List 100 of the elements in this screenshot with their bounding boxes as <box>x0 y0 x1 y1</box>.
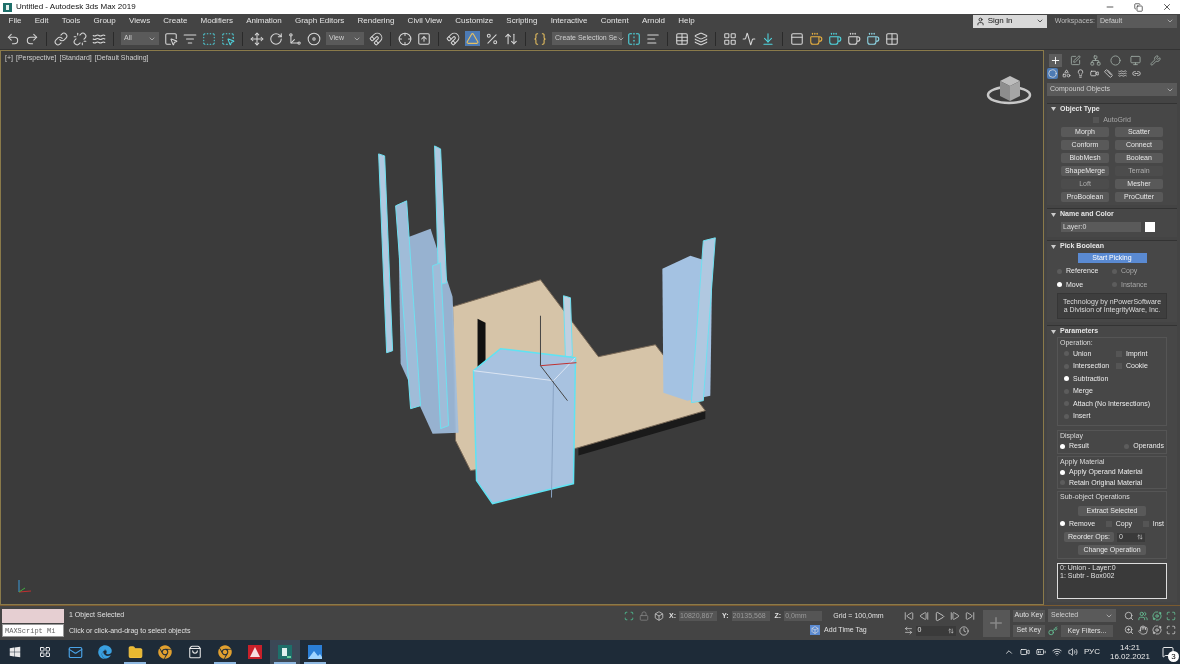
select-object-icon[interactable] <box>164 31 178 46</box>
user-icon <box>975 16 985 26</box>
grid-icon[interactable] <box>885 31 899 46</box>
browser-icon[interactable] <box>158 645 172 659</box>
layers-icon[interactable] <box>694 31 708 46</box>
isolate-icon[interactable] <box>624 610 635 621</box>
battery-icon[interactable] <box>1035 647 1046 657</box>
menu-item[interactable]: Edit <box>28 15 56 27</box>
restore-icon[interactable] <box>1134 2 1143 12</box>
window-crossing-icon[interactable] <box>221 31 235 46</box>
named-selection-icon[interactable] <box>533 31 547 46</box>
panel-icon[interactable] <box>790 31 804 46</box>
menu-item[interactable]: Views <box>122 15 157 27</box>
field-of-view-icon[interactable] <box>1124 625 1134 635</box>
camera-icon[interactable] <box>1019 647 1030 657</box>
zoom-icon[interactable] <box>1124 611 1134 621</box>
menu-item[interactable]: File <box>2 15 29 27</box>
collapse-triangle-icon[interactable] <box>1051 107 1056 111</box>
shapes-icon[interactable] <box>1061 68 1072 80</box>
select-by-name-icon[interactable] <box>183 31 197 46</box>
menu-item[interactable]: Scripting <box>499 15 545 27</box>
go-to-start-icon[interactable] <box>903 611 914 621</box>
collapse-triangle-icon[interactable] <box>1051 329 1056 334</box>
browser-icon[interactable] <box>98 645 112 659</box>
browser-icon[interactable] <box>218 645 232 659</box>
menu-item[interactable]: Civil View <box>401 15 449 27</box>
waves-icon[interactable] <box>92 31 106 46</box>
sign-in-button[interactable]: Sign In <box>972 14 1047 28</box>
menu-item[interactable]: Group <box>86 15 123 27</box>
chevron-up-icon[interactable] <box>1003 647 1014 657</box>
orbit-icon[interactable] <box>1152 625 1162 635</box>
next-frame-icon[interactable] <box>949 611 960 621</box>
selection-region-icon[interactable] <box>202 31 216 46</box>
modify-icon[interactable] <box>1069 53 1082 67</box>
menu-item[interactable]: Create <box>156 15 194 27</box>
app-icon[interactable] <box>278 645 292 659</box>
collapse-triangle-icon[interactable] <box>1051 244 1056 249</box>
menu-item[interactable]: Graph Editors <box>288 15 351 27</box>
unlink-icon[interactable] <box>73 31 87 46</box>
time-tag-icon[interactable] <box>810 625 821 636</box>
task-view-icon[interactable] <box>39 646 51 658</box>
collapse-triangle-icon[interactable] <box>1051 212 1056 217</box>
taskbar-app[interactable] <box>270 640 300 664</box>
display-icon[interactable] <box>1129 53 1142 67</box>
utilities-icon[interactable] <box>1149 53 1162 67</box>
maximize-toggle-icon[interactable] <box>1166 625 1176 635</box>
key-icon[interactable] <box>1048 626 1058 636</box>
menu-item[interactable]: Interactive <box>544 15 595 27</box>
align-icon[interactable] <box>646 31 660 46</box>
ruler-icon[interactable] <box>1103 68 1114 80</box>
close-icon[interactable] <box>1162 2 1172 12</box>
scale-icon[interactable] <box>288 31 302 46</box>
spinner-snap-icon[interactable] <box>504 31 518 46</box>
language-indicator[interactable]: РУС <box>1083 646 1100 658</box>
menu-item[interactable]: Tools <box>55 15 87 27</box>
absolute-mode-icon[interactable] <box>654 610 665 621</box>
mirror-icon[interactable] <box>627 31 641 46</box>
mail-icon[interactable] <box>67 644 83 660</box>
wifi-icon[interactable] <box>1051 647 1062 657</box>
crosshair-icon[interactable] <box>398 31 412 46</box>
table-icon[interactable] <box>675 31 689 46</box>
move-icon[interactable] <box>250 31 264 46</box>
download-icon[interactable] <box>761 31 775 46</box>
curve-editor-icon[interactable] <box>742 31 756 46</box>
angle-snap-toggle[interactable] <box>465 31 480 46</box>
sphere-icon[interactable] <box>1047 68 1058 80</box>
menu-item[interactable]: Modifiers <box>193 15 240 27</box>
color-swatch[interactable] <box>1145 222 1155 232</box>
bag-icon[interactable] <box>188 645 202 659</box>
start-icon[interactable] <box>9 646 21 658</box>
menu-item[interactable]: Content <box>594 15 636 27</box>
menu-item[interactable]: Rendering <box>350 15 401 27</box>
keyboard-shortcut-icon[interactable] <box>417 31 431 46</box>
folder-icon[interactable] <box>127 644 143 660</box>
app-icon[interactable] <box>248 645 262 659</box>
frame-arrows-icon[interactable] <box>903 626 913 635</box>
menu-item[interactable]: Help <box>671 15 702 27</box>
link-icon[interactable] <box>54 31 68 46</box>
menu-item[interactable]: Arnold <box>635 15 672 27</box>
hierarchy-icon[interactable] <box>1089 53 1102 67</box>
light-icon[interactable] <box>1075 68 1086 80</box>
time-configuration-icon[interactable] <box>958 625 969 636</box>
percent-snap-icon[interactable] <box>485 31 499 46</box>
rotate-icon[interactable] <box>269 31 283 46</box>
undo-icon[interactable] <box>6 31 20 46</box>
waves-icon[interactable] <box>1117 68 1128 80</box>
menu-item[interactable]: Animation <box>239 15 289 27</box>
play-icon[interactable] <box>933 610 945 622</box>
orbit-icon[interactable] <box>1152 611 1162 621</box>
previous-frame-icon[interactable] <box>918 611 929 621</box>
snap-icon[interactable] <box>446 31 460 46</box>
pan-icon[interactable] <box>1138 625 1148 635</box>
create-icon[interactable] <box>1049 53 1062 67</box>
clock[interactable]: 14:21 16.02.2021 <box>1109 643 1150 661</box>
redo-icon[interactable] <box>25 31 39 46</box>
volume-icon[interactable] <box>1067 647 1078 657</box>
go-to-end-icon[interactable] <box>964 611 975 621</box>
menu-item[interactable]: Customize <box>448 15 500 27</box>
grid-icon[interactable] <box>723 31 737 46</box>
maximize-icon[interactable] <box>1166 611 1176 621</box>
